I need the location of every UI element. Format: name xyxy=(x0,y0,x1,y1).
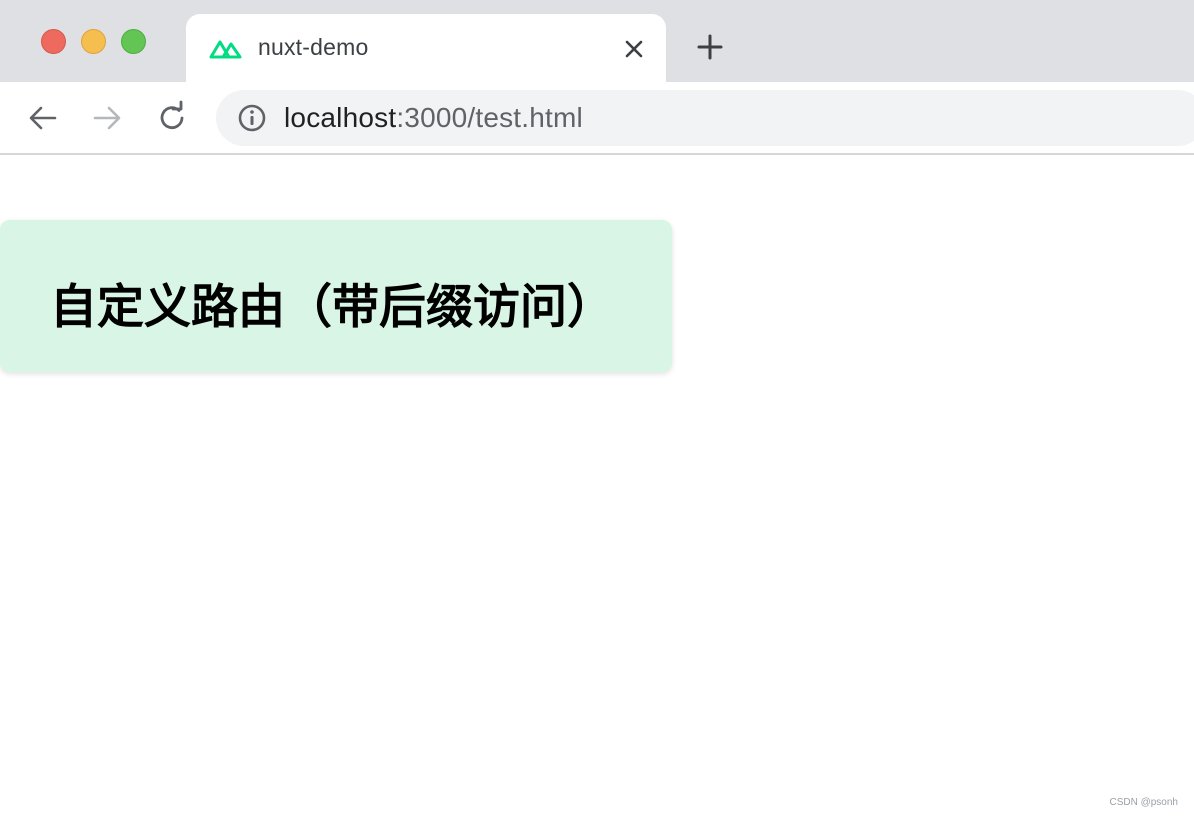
watermark: CSDN @psonh xyxy=(1109,797,1178,808)
nuxt-logo-icon xyxy=(209,40,242,59)
zoom-window-button[interactable] xyxy=(121,29,146,54)
close-tab-icon[interactable] xyxy=(620,35,648,63)
minimize-window-button[interactable] xyxy=(81,29,106,54)
url-text[interactable]: localhost:3000/test.html xyxy=(284,102,583,134)
new-tab-icon[interactable] xyxy=(694,31,726,63)
page-content: 自定义路由（带后缀访问） CSDN @psonh xyxy=(0,157,1194,818)
close-window-button[interactable] xyxy=(41,29,66,54)
back-arrow-icon[interactable] xyxy=(25,100,61,136)
tab-active[interactable]: nuxt-demo xyxy=(186,14,666,84)
browser-toolbar: localhost:3000/test.html xyxy=(0,82,1194,155)
url-host: localhost xyxy=(284,102,397,133)
browser-window: nuxt-demo localhost:3000/test.html 自定义路由… xyxy=(0,0,1194,818)
url-path: :3000/test.html xyxy=(396,102,583,133)
forward-arrow-icon[interactable] xyxy=(89,100,125,136)
page-title: 自定义路由（带后缀访问） xyxy=(50,280,614,335)
info-icon[interactable] xyxy=(237,103,267,133)
address-bar[interactable]: localhost:3000/test.html xyxy=(216,90,1194,146)
heading-card: 自定义路由（带后缀访问） xyxy=(0,220,672,372)
reload-icon[interactable] xyxy=(154,100,190,136)
tab-strip: nuxt-demo xyxy=(0,0,1194,84)
tab-title: nuxt-demo xyxy=(258,34,369,60)
